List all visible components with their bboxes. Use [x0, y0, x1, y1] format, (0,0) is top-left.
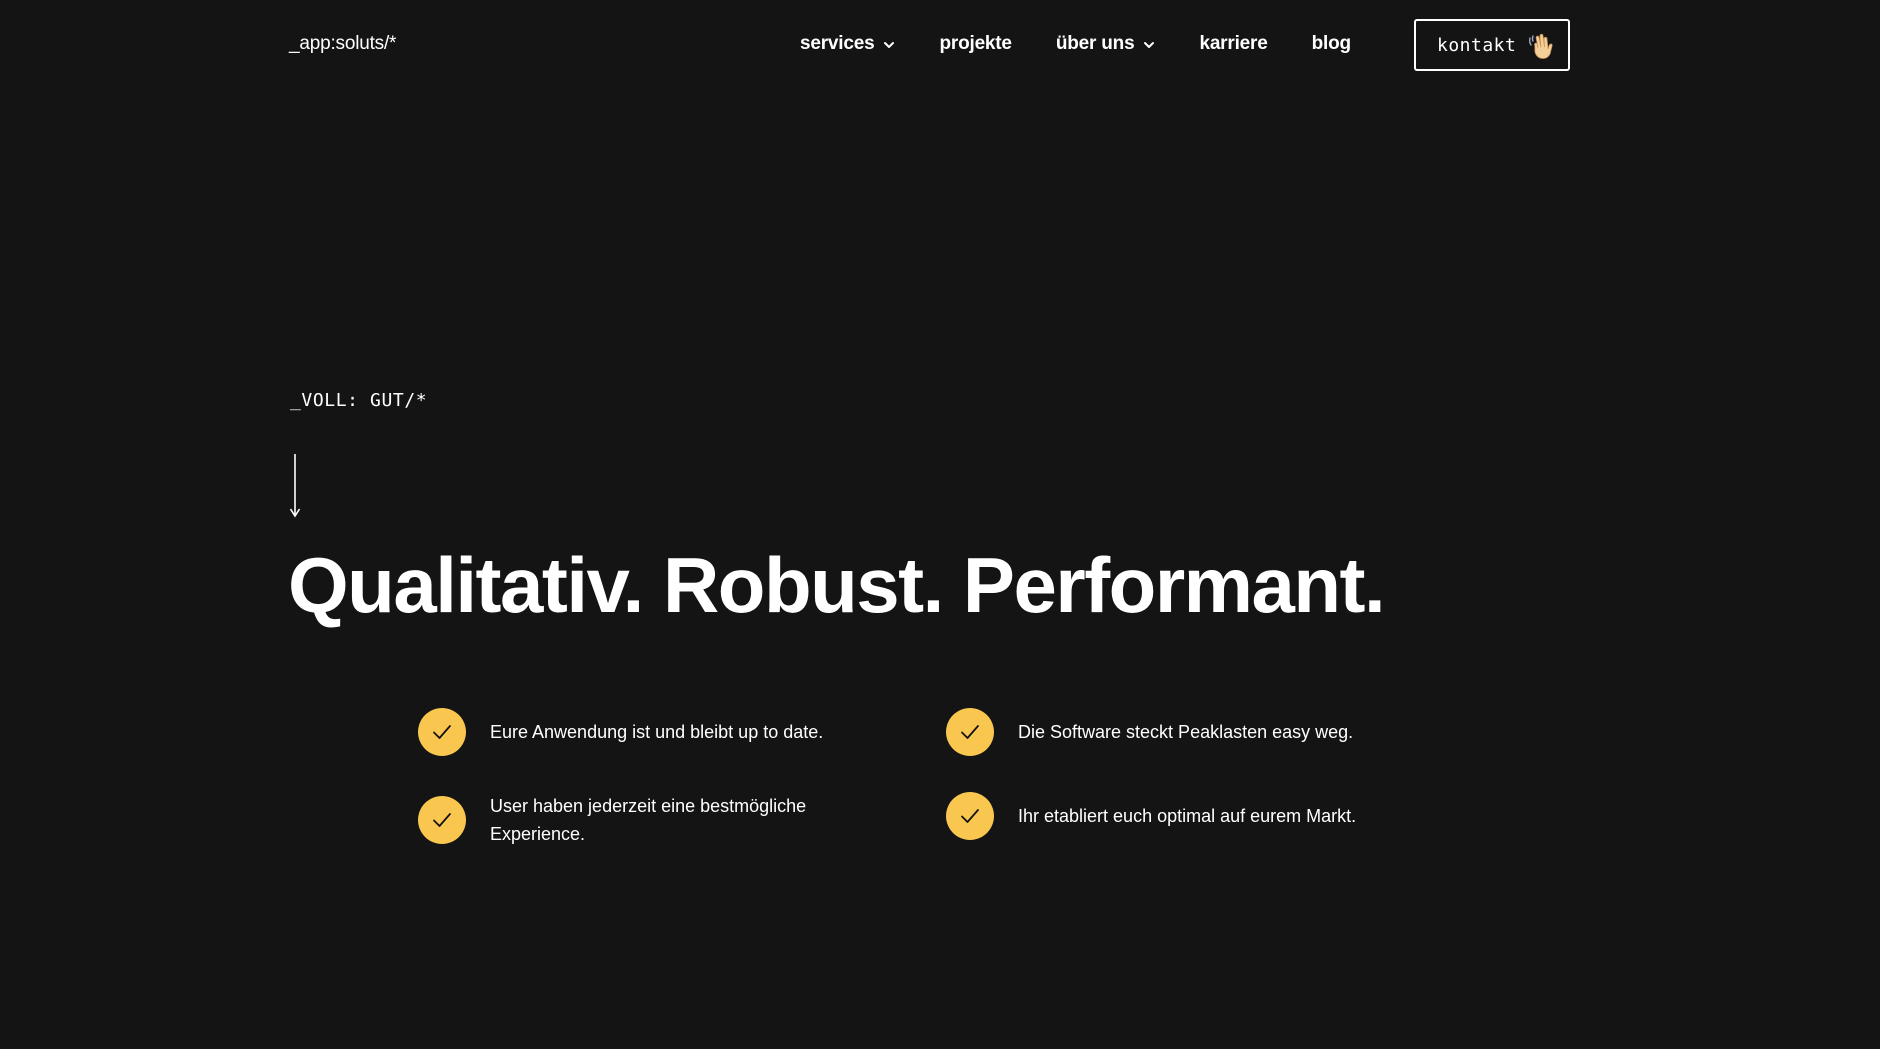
- chevron-down-icon: [884, 42, 895, 48]
- nav-item-label: karriere: [1199, 33, 1268, 54]
- arrow-down-icon: [289, 454, 301, 518]
- nav-item-projekte[interactable]: projekte: [939, 33, 1012, 55]
- main-nav: services projekte über uns karriere blog: [800, 33, 1351, 55]
- nav-item-label: services: [800, 33, 875, 54]
- nav-item-label: blog: [1311, 33, 1351, 54]
- check-icon: [418, 708, 466, 756]
- nav-item-services[interactable]: services: [800, 33, 895, 55]
- kontakt-label: kontakt: [1437, 34, 1517, 56]
- nav-item-blog[interactable]: blog: [1312, 33, 1351, 55]
- feature-item: Die Software steckt Peaklasten easy weg.: [946, 708, 1378, 756]
- hero-headline: Qualitativ. Robust. Performant.: [288, 541, 1386, 629]
- feature-text: User haben jederzeit eine bestmögliche E…: [490, 796, 807, 844]
- kontakt-button[interactable]: kontakt: [1414, 19, 1570, 71]
- feature-item: User haben jederzeit eine bestmögliche E…: [418, 792, 850, 848]
- nav-item-karriere[interactable]: karriere: [1199, 33, 1267, 55]
- chevron-down-icon: [1144, 42, 1155, 48]
- site-header: _app:soluts/* services projekte über uns…: [0, 0, 1880, 90]
- nav-item-ueber-uns[interactable]: über uns: [1056, 33, 1156, 55]
- hero-eyebrow: _VOLL: GUT/*: [290, 390, 428, 411]
- feature-item: Eure Anwendung ist und bleibt up to date…: [418, 708, 850, 756]
- check-icon: [418, 796, 466, 844]
- feature-item: Ihr etabliert euch optimal auf eurem Mar…: [946, 792, 1378, 840]
- feature-text: Ihr etabliert euch optimal auf eurem Mar…: [1018, 806, 1357, 826]
- feature-text: Eure Anwendung ist und bleibt up to date…: [490, 722, 824, 742]
- nav-item-label: projekte: [939, 33, 1012, 54]
- feature-text: Die Software steckt Peaklasten easy weg.: [1018, 722, 1354, 742]
- check-icon: [946, 792, 994, 840]
- check-icon: [946, 708, 994, 756]
- waving-hand-icon: [1528, 33, 1553, 59]
- logo[interactable]: _app:soluts/*: [289, 33, 396, 55]
- nav-item-label: über uns: [1055, 33, 1135, 54]
